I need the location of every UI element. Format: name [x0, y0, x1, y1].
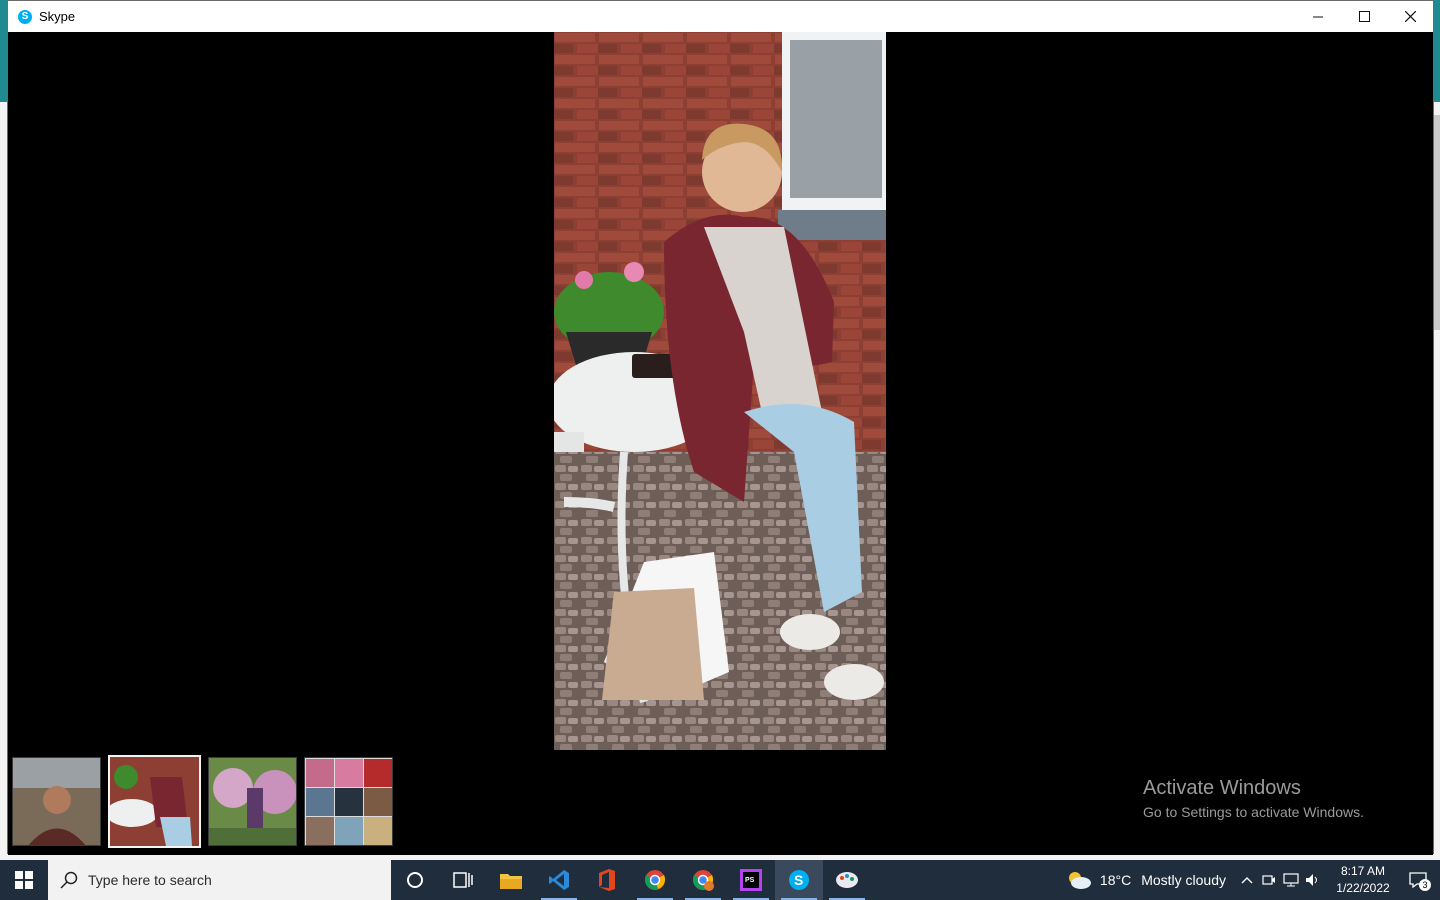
watermark-subtitle: Go to Settings to activate Windows.: [1143, 804, 1364, 820]
volume-button[interactable]: [1302, 860, 1324, 900]
minimize-icon: [1313, 16, 1323, 17]
image-viewer: Activate Windows Go to Settings to activ…: [8, 32, 1433, 855]
thumbnail-image: [13, 758, 100, 845]
thumbnail-image: [305, 758, 392, 845]
office-icon: [599, 869, 615, 891]
minimize-button[interactable]: [1295, 1, 1341, 32]
task-view-icon: [453, 872, 473, 888]
chrome-button[interactable]: [631, 860, 679, 900]
taskbar-search-box[interactable]: Type here to search: [48, 860, 391, 900]
cortana-button[interactable]: [391, 860, 439, 900]
search-placeholder: Type here to search: [88, 872, 212, 888]
watermark-title: Activate Windows: [1143, 777, 1301, 799]
file-explorer-icon: [500, 874, 522, 889]
task-view-button[interactable]: [439, 860, 487, 900]
system-tray: 18°C Mostly cloudy 8:17 AM 1/22/2022 3: [1066, 860, 1440, 900]
title-bar[interactable]: S Skype: [8, 1, 1433, 32]
start-button[interactable]: [0, 860, 48, 900]
svg-text:S: S: [794, 872, 803, 888]
search-icon: [60, 871, 78, 889]
paint-icon: [836, 872, 858, 888]
chrome-icon: [644, 870, 666, 890]
window-title: Skype: [39, 9, 76, 24]
thumbnail-2-selected[interactable]: [108, 755, 201, 848]
network-icon: [1283, 873, 1299, 887]
thumbnail-image: [209, 758, 296, 845]
close-icon: [1404, 11, 1416, 22]
svg-text:PS: PS: [745, 877, 755, 884]
skype-image-viewer-window: S Skype Activate Windows Go to Settings …: [7, 0, 1434, 855]
thumbnail-strip: [12, 755, 393, 848]
meet-now-button[interactable]: [1258, 860, 1280, 900]
phpstorm-button[interactable]: PS: [727, 860, 775, 900]
window-controls: [1295, 1, 1433, 32]
photo-image: [554, 32, 886, 750]
maximize-button[interactable]: [1341, 1, 1387, 32]
main-photo[interactable]: [554, 32, 886, 750]
skype-icon: S: [18, 9, 32, 24]
chrome-profile-icon: [692, 870, 714, 891]
taskbar: Type here to search PS S 18°C Mostly clo…: [0, 860, 1440, 900]
vscode-icon: [549, 870, 569, 890]
cloud-sun-icon: [1068, 872, 1091, 889]
office-button[interactable]: [583, 860, 631, 900]
thumbnail-image: [110, 757, 199, 846]
vscode-button[interactable]: [535, 860, 583, 900]
thumbnail-1[interactable]: [12, 757, 101, 846]
action-center-button[interactable]: 3: [1396, 860, 1440, 900]
show-hidden-icons-button[interactable]: [1236, 860, 1258, 900]
paint-button[interactable]: [823, 860, 871, 900]
notification-count-badge: 3: [1419, 879, 1431, 891]
clock-date: 1/22/2022: [1336, 881, 1390, 895]
activation-watermark: Activate Windows Go to Settings to activ…: [1143, 777, 1364, 820]
phpstorm-icon: PS: [740, 869, 762, 891]
speaker-icon: [1306, 874, 1317, 886]
weather-condition: Mostly cloudy: [1141, 872, 1226, 888]
maximize-icon: [1358, 11, 1370, 22]
taskbar-clock[interactable]: 8:17 AM 1/22/2022: [1330, 863, 1396, 897]
clock-time: 8:17 AM: [1340, 864, 1386, 878]
windows-logo-icon: [15, 871, 33, 889]
chevron-up-icon: [1241, 877, 1253, 884]
cortana-icon: [407, 872, 423, 888]
weather-widget[interactable]: 18°C Mostly cloudy: [1066, 870, 1226, 890]
close-button[interactable]: [1387, 1, 1433, 32]
file-explorer-button[interactable]: [487, 860, 535, 900]
weather-temperature: 18°C: [1099, 872, 1132, 888]
skype-taskbar-button[interactable]: S: [775, 860, 823, 900]
chrome-profile-button[interactable]: [679, 860, 727, 900]
skype-icon: S: [789, 870, 809, 890]
thumbnail-3[interactable]: [208, 757, 297, 846]
thumbnail-4[interactable]: [304, 757, 393, 846]
network-button[interactable]: [1280, 860, 1302, 900]
camera-icon: [1262, 875, 1275, 885]
